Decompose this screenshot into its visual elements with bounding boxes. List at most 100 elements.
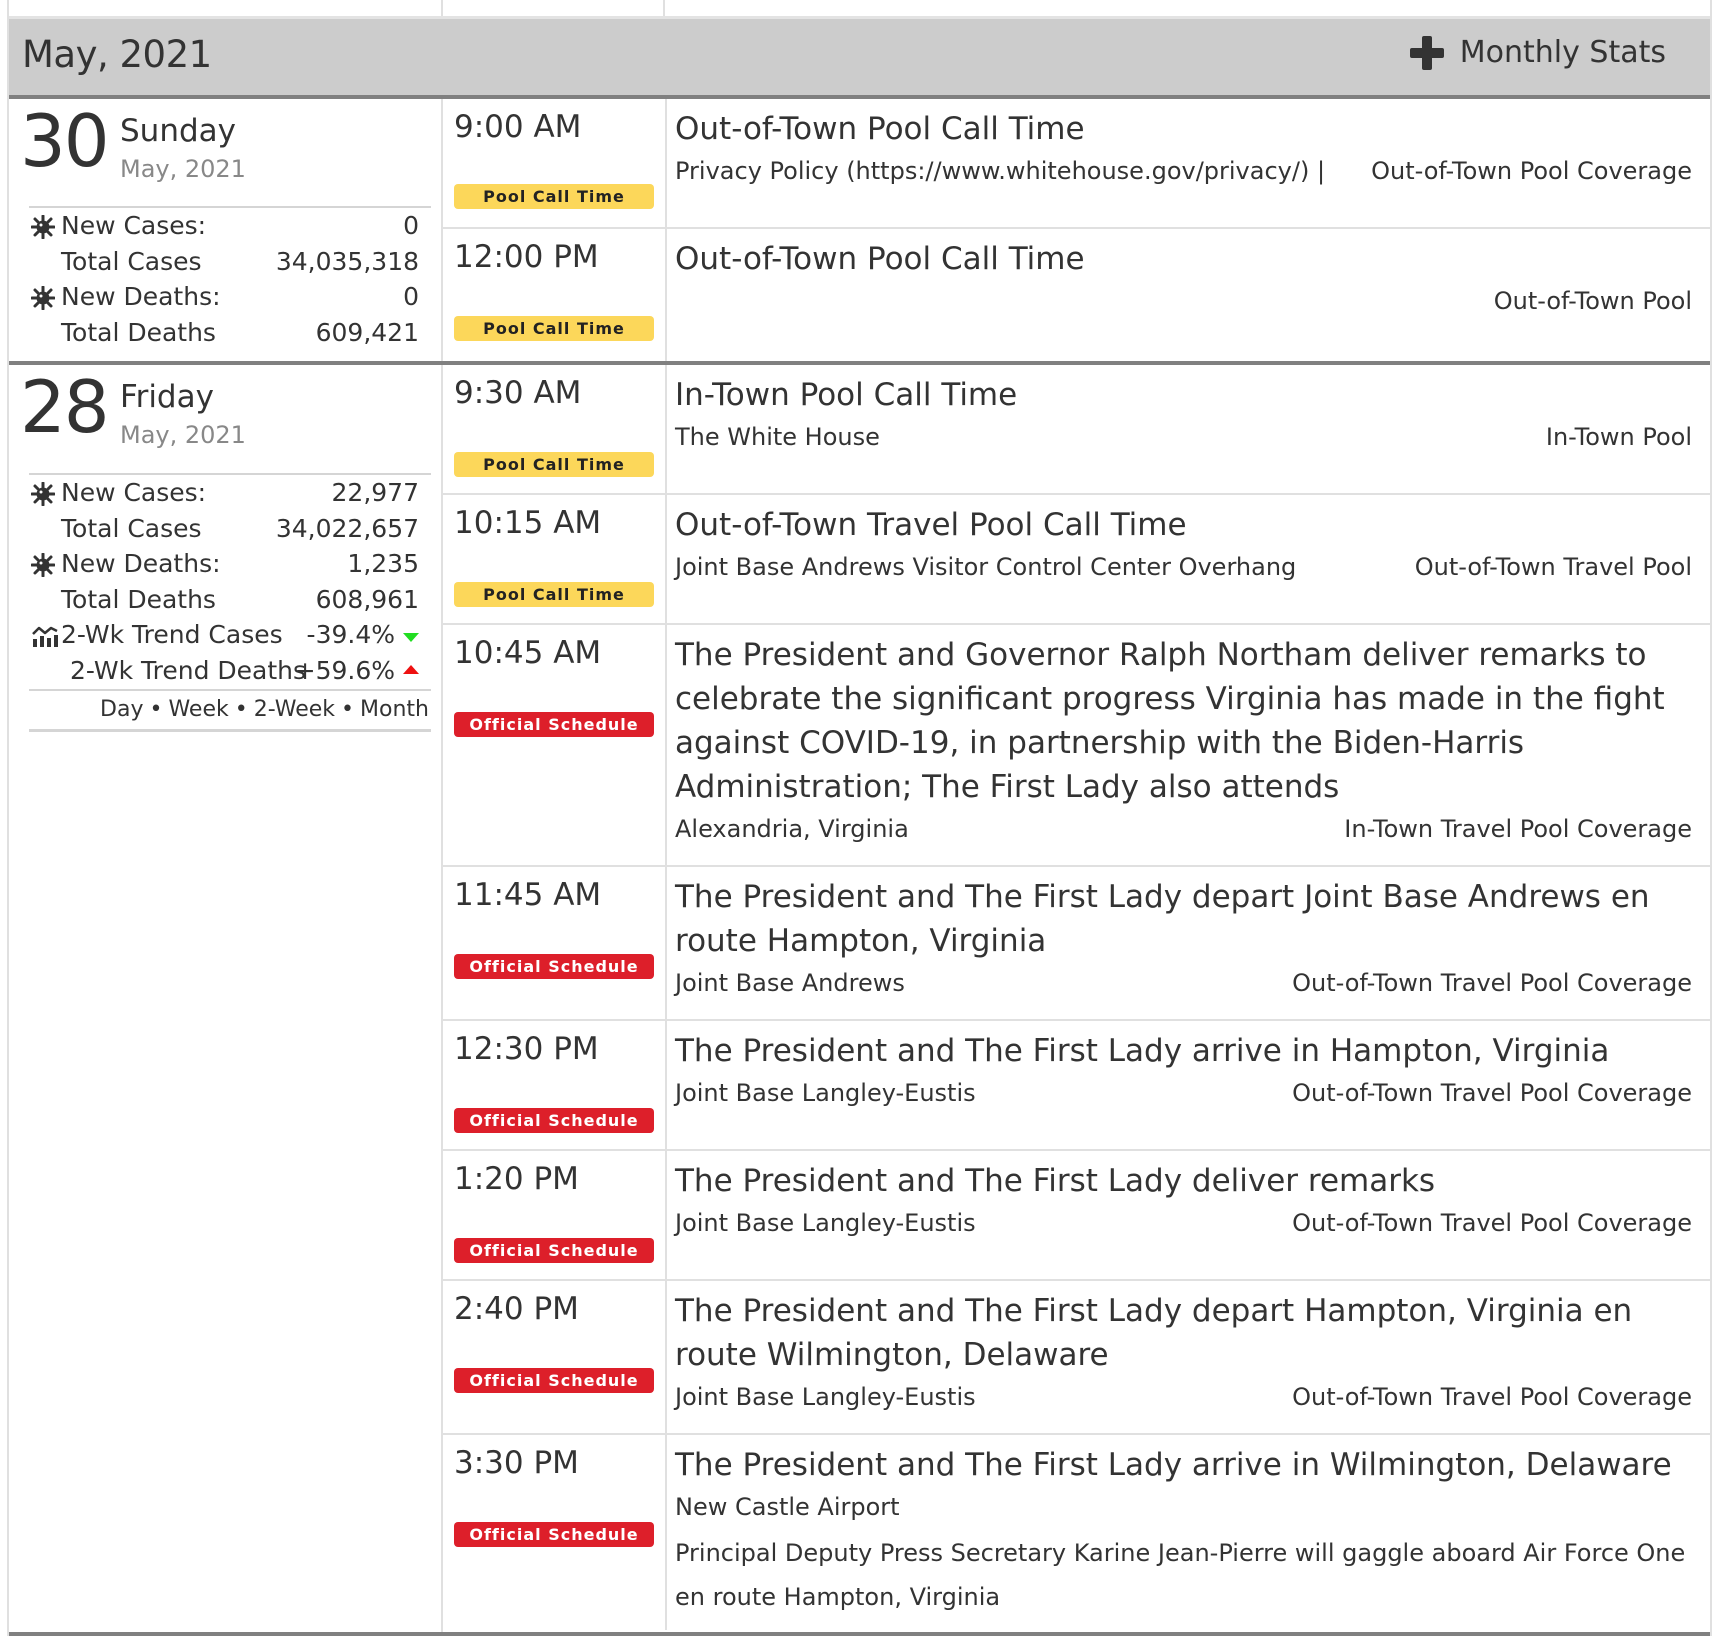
event-coverage: In-Town Pool (1545, 423, 1692, 451)
event-location: The White House (675, 423, 880, 451)
event-location: Alexandria, Virginia (675, 815, 909, 843)
event-item[interactable]: 9:30 AM Pool Call Time In-Town Pool Call… (443, 365, 1710, 495)
stat-total-deaths: Total Deaths 609,421 (29, 315, 431, 351)
weekday: Sunday (120, 113, 236, 149)
day-block-28: 28 Friday May, 2021 New Cases: 22,977 To… (9, 365, 1710, 1636)
column-divider (665, 365, 667, 493)
event-location: Joint Base Langley-Eustis (675, 1383, 976, 1411)
event-title: The President and The First Lady depart … (675, 1293, 1633, 1373)
event-time: 9:30 AM (454, 375, 582, 411)
event-item[interactable]: 10:15 AM Pool Call Time Out-of-Town Trav… (443, 495, 1710, 625)
event-item[interactable]: 3:30 PM Official Schedule The President … (443, 1435, 1710, 1630)
stat-total-cases: Total Cases 34,022,657 (29, 511, 431, 547)
covid-stats: New Cases: 0 Total Cases 34,035,318 New … (29, 206, 431, 350)
event-coverage: Out-of-Town Pool Coverage (1371, 157, 1692, 185)
event-location: Joint Base Andrews (675, 969, 905, 997)
day-month-year: May, 2021 (120, 155, 246, 183)
event-coverage: In-Town Travel Pool Coverage (1344, 815, 1692, 843)
trend-down-icon (403, 633, 419, 643)
bottom-border (9, 1632, 1710, 1636)
weekday: Friday (120, 379, 214, 415)
stat-new-cases: New Cases: 0 (29, 208, 431, 244)
stat-value: +59.6% (294, 655, 395, 685)
stat-label: Total Deaths (61, 584, 216, 614)
stat-label: New Deaths: (61, 282, 221, 312)
plus-icon (1409, 35, 1444, 70)
event-time: 2:40 PM (454, 1291, 579, 1327)
trend-chart-icon (32, 627, 58, 648)
covid-stats: New Cases: 22,977 Total Cases 34,022,657… (29, 473, 431, 732)
event-item[interactable]: 12:30 PM Official Schedule The President… (443, 1021, 1710, 1151)
stat-label: Total Cases (61, 246, 202, 276)
top-strip (9, 0, 1710, 19)
calendar-frame: May, 2021 Monthly Stats 30 Sunday May, 2… (7, 0, 1712, 1636)
event-coverage: Out-of-Town Travel Pool Coverage (1292, 1079, 1692, 1107)
event-badge: Official Schedule (454, 1368, 654, 1393)
event-badge: Official Schedule (454, 1238, 654, 1263)
column-divider (665, 1151, 667, 1279)
event-coverage: Out-of-Town Travel Pool (1414, 553, 1692, 581)
event-item[interactable]: 12:00 PM Pool Call Time Out-of-Town Pool… (443, 229, 1710, 361)
event-badge: Official Schedule (454, 712, 654, 737)
event-time: 11:45 AM (454, 877, 602, 913)
event-item[interactable]: 9:00 AM Pool Call Time Out-of-Town Pool … (443, 99, 1710, 229)
event-title: The President and The First Lady arrive … (675, 1447, 1672, 1483)
column-divider (665, 1435, 667, 1630)
virus-icon (31, 286, 55, 311)
column-divider (665, 99, 667, 227)
trend-up-icon (403, 664, 419, 674)
stat-value: 0 (403, 211, 419, 240)
event-badge: Official Schedule (454, 954, 654, 979)
event-note: Principal Deputy Press Secretary Karine … (675, 1539, 1686, 1611)
stat-label: Total Cases (61, 513, 202, 543)
event-list: 9:00 AM Pool Call Time Out-of-Town Pool … (443, 99, 1710, 361)
event-time: 12:30 PM (454, 1031, 599, 1067)
event-item[interactable]: 11:45 AM Official Schedule The President… (443, 867, 1710, 1021)
range-link-month[interactable]: Month (360, 697, 429, 722)
day-summary: 28 Friday May, 2021 New Cases: 22,977 To… (9, 365, 443, 1636)
stat-label: New Cases: (61, 478, 207, 507)
range-links: Day • Week • 2-Week • Month (29, 691, 431, 729)
range-link-week[interactable]: Week (168, 697, 228, 722)
event-item[interactable]: 10:45 AM Official Schedule The President… (443, 625, 1710, 867)
column-divider (665, 1281, 667, 1433)
stat-label: 2-Wk Trend Cases (61, 620, 283, 650)
day-block-30: 30 Sunday May, 2021 New Cases: 0 Total C… (9, 99, 1710, 365)
event-title: The President and The First Lady depart … (675, 879, 1650, 959)
stat-trend-deaths: 2-Wk Trend Deaths +59.6% (29, 653, 431, 689)
day-number: 30 (20, 99, 110, 183)
stat-value: 34,022,657 (275, 513, 419, 543)
separator: • (234, 696, 248, 722)
stat-value: -39.4% (306, 620, 395, 650)
event-item[interactable]: 1:20 PM Official Schedule The President … (443, 1151, 1710, 1281)
column-divider (665, 1021, 667, 1149)
day-number: 28 (20, 365, 110, 449)
virus-icon (31, 553, 55, 578)
event-location: Joint Base Langley-Eustis (675, 1209, 976, 1237)
event-coverage: Out-of-Town Travel Pool Coverage (1292, 1383, 1692, 1411)
range-link-2-week[interactable]: 2-Week (254, 697, 335, 722)
stat-new-cases: New Cases: 22,977 (29, 475, 431, 511)
event-location: Joint Base Andrews Visitor Control Cente… (675, 553, 1297, 581)
event-title: Out-of-Town Pool Call Time (675, 111, 1085, 147)
event-coverage: Out-of-Town Travel Pool Coverage (1292, 969, 1692, 997)
stat-value: 34,035,318 (275, 246, 419, 276)
column-divider (665, 867, 667, 1019)
event-time: 1:20 PM (454, 1161, 579, 1197)
event-badge: Official Schedule (454, 1522, 654, 1547)
event-title: Out-of-Town Travel Pool Call Time (675, 507, 1187, 543)
event-list: 9:30 AM Pool Call Time In-Town Pool Call… (443, 365, 1710, 1630)
event-location: New Castle Airport (675, 1493, 900, 1521)
separator: • (149, 696, 163, 722)
stat-new-deaths: New Deaths: 0 (29, 279, 431, 315)
stat-trend-cases: 2-Wk Trend Cases -39.4% (29, 617, 431, 653)
column-divider (665, 495, 667, 623)
event-item[interactable]: 2:40 PM Official Schedule The President … (443, 1281, 1710, 1435)
column-divider (665, 625, 667, 865)
column-divider (663, 0, 665, 16)
day-month-year: May, 2021 (120, 421, 246, 449)
stat-value: 0 (403, 282, 419, 312)
monthly-stats-button[interactable]: Monthly Stats (1409, 35, 1666, 70)
range-link-day[interactable]: Day (100, 697, 143, 722)
event-badge: Official Schedule (454, 1108, 654, 1133)
